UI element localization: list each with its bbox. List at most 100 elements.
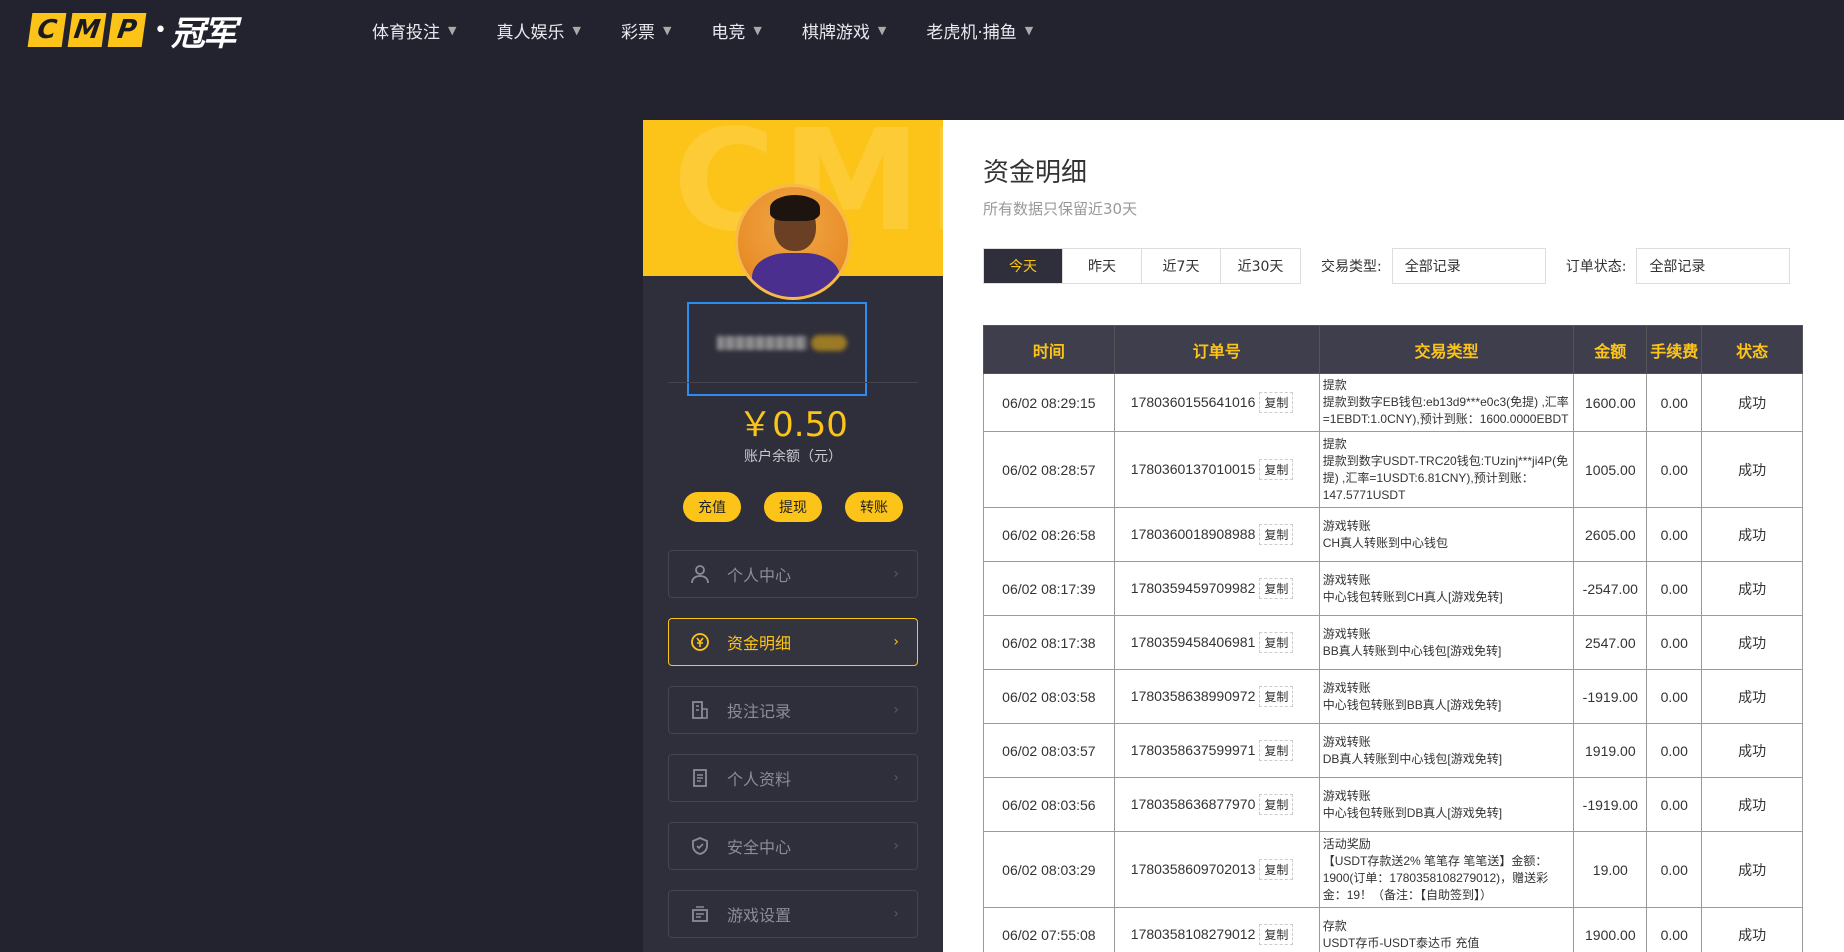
type-detail: 中心钱包转账到CH真人[游戏免转]: [1322, 589, 1503, 604]
account-menu: 个人中心 › 资金明细 › 投注记录 › 个人资料 › 安全中心 › 游戏设置 …: [668, 550, 918, 952]
filter-bar: 今天 昨天 近7天 近30天 交易类型: 全部记录 订单状态: 全部记录: [983, 248, 1791, 284]
table-row: 06/02 08:26:58 1780360018908988 复制 游戏转账 CH…: [983, 507, 1803, 562]
chevron-down-icon: ▼: [662, 23, 672, 37]
logo-letter: C: [27, 13, 67, 47]
tab-last-7-days[interactable]: 近7天: [1142, 249, 1221, 283]
copy-button[interactable]: 复制: [1259, 632, 1294, 653]
transfer-button[interactable]: 转账: [845, 492, 903, 522]
page-title: 资金明细: [983, 158, 1088, 188]
cell-type: 游戏转账 中心钱包转账到BB真人[游戏免转]: [1318, 669, 1575, 724]
nav-item-lottery[interactable]: 彩票 ▼: [621, 18, 671, 43]
menu-item-personal-info[interactable]: 个人资料 ›: [668, 754, 918, 802]
copy-button[interactable]: 复制: [1259, 524, 1294, 545]
username-redacted: [717, 336, 807, 350]
cell-type: 游戏转账 BB真人转账到中心钱包[游戏免转]: [1318, 615, 1575, 670]
table-header-row: 时间 订单号 交易类型 金额 手续费 状态: [983, 325, 1803, 374]
order-number: 1780359458406981: [1130, 634, 1256, 650]
order-number: 1780358609702013: [1130, 861, 1256, 877]
table-row: 06/02 08:28:57 1780360137010015 复制 提款 提款到数…: [983, 431, 1803, 508]
table-row: 06/02 08:17:39 1780359459709982 复制 游戏转账 中心…: [983, 561, 1803, 616]
user-icon: [689, 563, 711, 585]
copy-button[interactable]: 复制: [1259, 459, 1294, 480]
cell-time: 06/02 08:17:38: [983, 615, 1115, 670]
copy-button[interactable]: 复制: [1259, 578, 1294, 599]
menu-item-label: 资金明细: [727, 634, 792, 653]
nav-item-slots-fishing[interactable]: 老虎机·捕鱼 ▼: [926, 18, 1033, 43]
chevron-right-icon: ›: [893, 566, 899, 582]
copy-button[interactable]: 复制: [1259, 859, 1294, 880]
nav-label: 体育投注: [372, 22, 440, 43]
logo[interactable]: C M P • 冠军: [27, 10, 237, 54]
cell-fee: 0.00: [1646, 507, 1703, 562]
cell-amount: 1900.00: [1573, 907, 1648, 952]
type-detail: 中心钱包转账到BB真人[游戏免转]: [1322, 697, 1502, 712]
order-status-select[interactable]: 全部记录: [1636, 248, 1791, 284]
order-number: 1780358637599971: [1130, 742, 1256, 758]
order-number: 1780358638990972: [1130, 688, 1256, 704]
copy-button[interactable]: 复制: [1259, 686, 1294, 707]
cell-order: 1780360155641016 复制: [1113, 373, 1320, 432]
cell-type: 游戏转账 中心钱包转账到DB真人[游戏免转]: [1318, 777, 1575, 832]
cell-status: 成功: [1701, 669, 1803, 724]
menu-item-personal-center[interactable]: 个人中心 ›: [668, 550, 918, 598]
menu-item-funds-detail[interactable]: 资金明细 ›: [668, 618, 918, 666]
nav-item-esports[interactable]: 电竞 ▼: [711, 18, 761, 43]
cell-type: 游戏转账 CH真人转账到中心钱包: [1318, 507, 1575, 562]
type-detail: USDT存币-USDT泰达币 充值: [1322, 935, 1480, 950]
type-name: 提款: [1322, 436, 1347, 451]
type-name: 游戏转账: [1322, 734, 1371, 749]
tab-last-30-days[interactable]: 近30天: [1221, 249, 1300, 283]
column-header: 订单号: [1113, 325, 1320, 374]
cell-time: 06/02 08:28:57: [983, 431, 1115, 508]
cell-fee: 0.00: [1646, 831, 1703, 908]
copy-button[interactable]: 复制: [1259, 740, 1294, 761]
balance-label: 账户余额（元）: [744, 449, 842, 465]
funds-icon: [689, 631, 711, 653]
cell-order: 1780358637599971 复制: [1113, 723, 1320, 778]
table-row: 06/02 08:03:57 1780358637599971 复制 游戏转账 DB…: [983, 723, 1803, 778]
chevron-right-icon: ›: [893, 634, 899, 650]
menu-item-bet-records[interactable]: 投注记录 ›: [668, 686, 918, 734]
cell-amount: 1005.00: [1573, 431, 1648, 508]
cell-status: 成功: [1701, 561, 1803, 616]
transaction-type-select[interactable]: 全部记录: [1391, 248, 1546, 284]
tab-today[interactable]: 今天: [984, 249, 1063, 283]
cell-order: 1780358636877970 复制: [1113, 777, 1320, 832]
chevron-right-icon: ›: [893, 702, 899, 718]
cell-order: 1780358108279012 复制: [1113, 907, 1320, 952]
tab-yesterday[interactable]: 昨天: [1063, 249, 1142, 283]
cell-fee: 0.00: [1646, 561, 1703, 616]
nav-item-card-games[interactable]: 棋牌游戏 ▼: [802, 18, 886, 43]
cell-fee: 0.00: [1646, 373, 1703, 432]
menu-item-label: 个人中心: [727, 566, 792, 585]
cell-status: 成功: [1701, 777, 1803, 832]
cell-amount: 2605.00: [1573, 507, 1648, 562]
copy-button[interactable]: 复制: [1259, 924, 1294, 945]
chevron-down-icon: ▼: [753, 23, 762, 37]
divider: [668, 382, 918, 383]
menu-item-label: 安全中心: [727, 838, 792, 857]
order-number: 1780360018908988: [1130, 526, 1256, 542]
cell-status: 成功: [1701, 431, 1803, 508]
nav-item-live-casino[interactable]: 真人娱乐 ▼: [496, 18, 580, 43]
menu-item-label: 投注记录: [727, 702, 792, 721]
menu-item-security-center[interactable]: 安全中心 ›: [668, 822, 918, 870]
cell-time: 06/02 08:29:15: [983, 373, 1115, 432]
game-settings-icon: [689, 903, 711, 925]
deposit-button[interactable]: 充值: [683, 492, 741, 522]
cell-amount: -2547.00: [1573, 561, 1648, 616]
logo-letter: P: [107, 13, 147, 47]
top-nav: C M P • 冠军 体育投注 ▼ 真人娱乐 ▼ 彩票 ▼ 电竞 ▼ 棋牌游戏 ▼ 老虎机…: [0, 0, 1844, 60]
copy-button[interactable]: 复制: [1259, 392, 1294, 413]
copy-button[interactable]: 复制: [1259, 794, 1294, 815]
cell-status: 成功: [1701, 507, 1803, 562]
menu-item-game-settings[interactable]: 游戏设置 ›: [668, 890, 918, 938]
cell-time: 06/02 07:55:08: [983, 907, 1115, 952]
shield-icon: [689, 835, 711, 857]
logo-dot: •: [154, 17, 167, 43]
vip-badge-redacted: [811, 335, 847, 351]
nav-item-sports[interactable]: 体育投注 ▼: [372, 18, 456, 43]
order-status-label: 订单状态:: [1565, 259, 1627, 275]
withdraw-button[interactable]: 提现: [764, 492, 822, 522]
cell-status: 成功: [1701, 373, 1803, 432]
